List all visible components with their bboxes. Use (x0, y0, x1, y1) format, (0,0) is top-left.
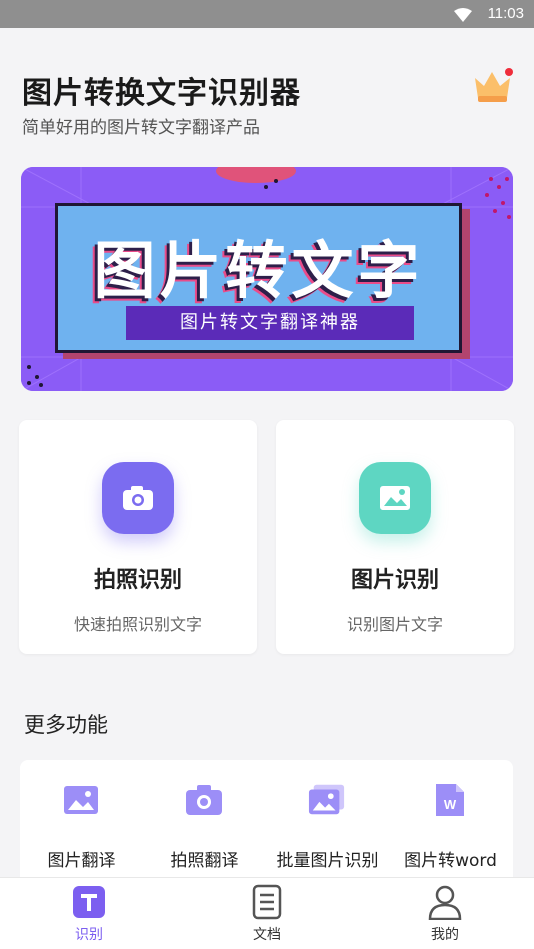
more-features-title: 更多功能 (24, 713, 108, 737)
camera-icon (185, 782, 223, 818)
page-title: 图片转换文字识别器 (22, 76, 301, 111)
crown-icon[interactable] (470, 66, 516, 106)
wifi-icon (454, 7, 472, 26)
card-subtitle: 识别图片文字 (346, 615, 443, 634)
more-features-panel: 图片翻译 拍照翻译 批量图片识别 W 图片转word (20, 760, 513, 890)
banner-tagline: 图片转文字翻译神器 (126, 306, 414, 340)
camera-icon (102, 462, 174, 534)
feature-label: 图片转word (404, 851, 497, 871)
image-icon (359, 462, 431, 534)
tab-label: 我的 (431, 927, 459, 943)
photo-recognition-card[interactable]: 拍照识别 快速拍照识别文字 (19, 420, 257, 654)
promo-banner[interactable]: 图片转文字 图片转文字翻译神器 (21, 167, 513, 391)
document-icon (249, 884, 285, 920)
user-icon (427, 884, 463, 920)
tab-profile[interactable]: 我的 (356, 878, 534, 949)
card-title: 拍照识别 (93, 568, 182, 593)
bottom-tab-bar: 识别 文档 我的 (0, 877, 534, 949)
feature-label: 拍照翻译 (170, 851, 239, 871)
status-bar: 11:03 (0, 0, 534, 28)
feature-image-to-word[interactable]: W 图片转word (389, 760, 512, 880)
tab-label: 识别 (75, 927, 103, 943)
banner-card: 图片转文字 图片转文字翻译神器 (55, 203, 462, 353)
tab-documents[interactable]: 文档 (178, 878, 356, 949)
svg-text:W: W (444, 797, 457, 812)
feature-label: 图片翻译 (47, 851, 116, 871)
tab-recognize[interactable]: 识别 (0, 878, 178, 949)
text-t-icon (71, 884, 107, 920)
card-title: 图片识别 (350, 568, 439, 593)
card-subtitle: 快速拍照识别文字 (73, 615, 202, 634)
word-file-icon: W (431, 782, 469, 818)
image-icon (62, 782, 100, 818)
banner-headline: 图片转文字 (93, 234, 424, 307)
image-recognition-card[interactable]: 图片识别 识别图片文字 (276, 420, 514, 654)
feature-image-translate[interactable]: 图片翻译 (20, 760, 143, 880)
tab-label: 文档 (253, 927, 281, 943)
feature-photo-translate[interactable]: 拍照翻译 (143, 760, 266, 880)
status-time: 11:03 (487, 5, 524, 22)
images-stack-icon (308, 782, 346, 818)
feature-batch-recognition[interactable]: 批量图片识别 (266, 760, 389, 880)
feature-label: 批量图片识别 (276, 851, 379, 871)
page-subtitle: 简单好用的图片转文字翻译产品 (22, 118, 260, 138)
